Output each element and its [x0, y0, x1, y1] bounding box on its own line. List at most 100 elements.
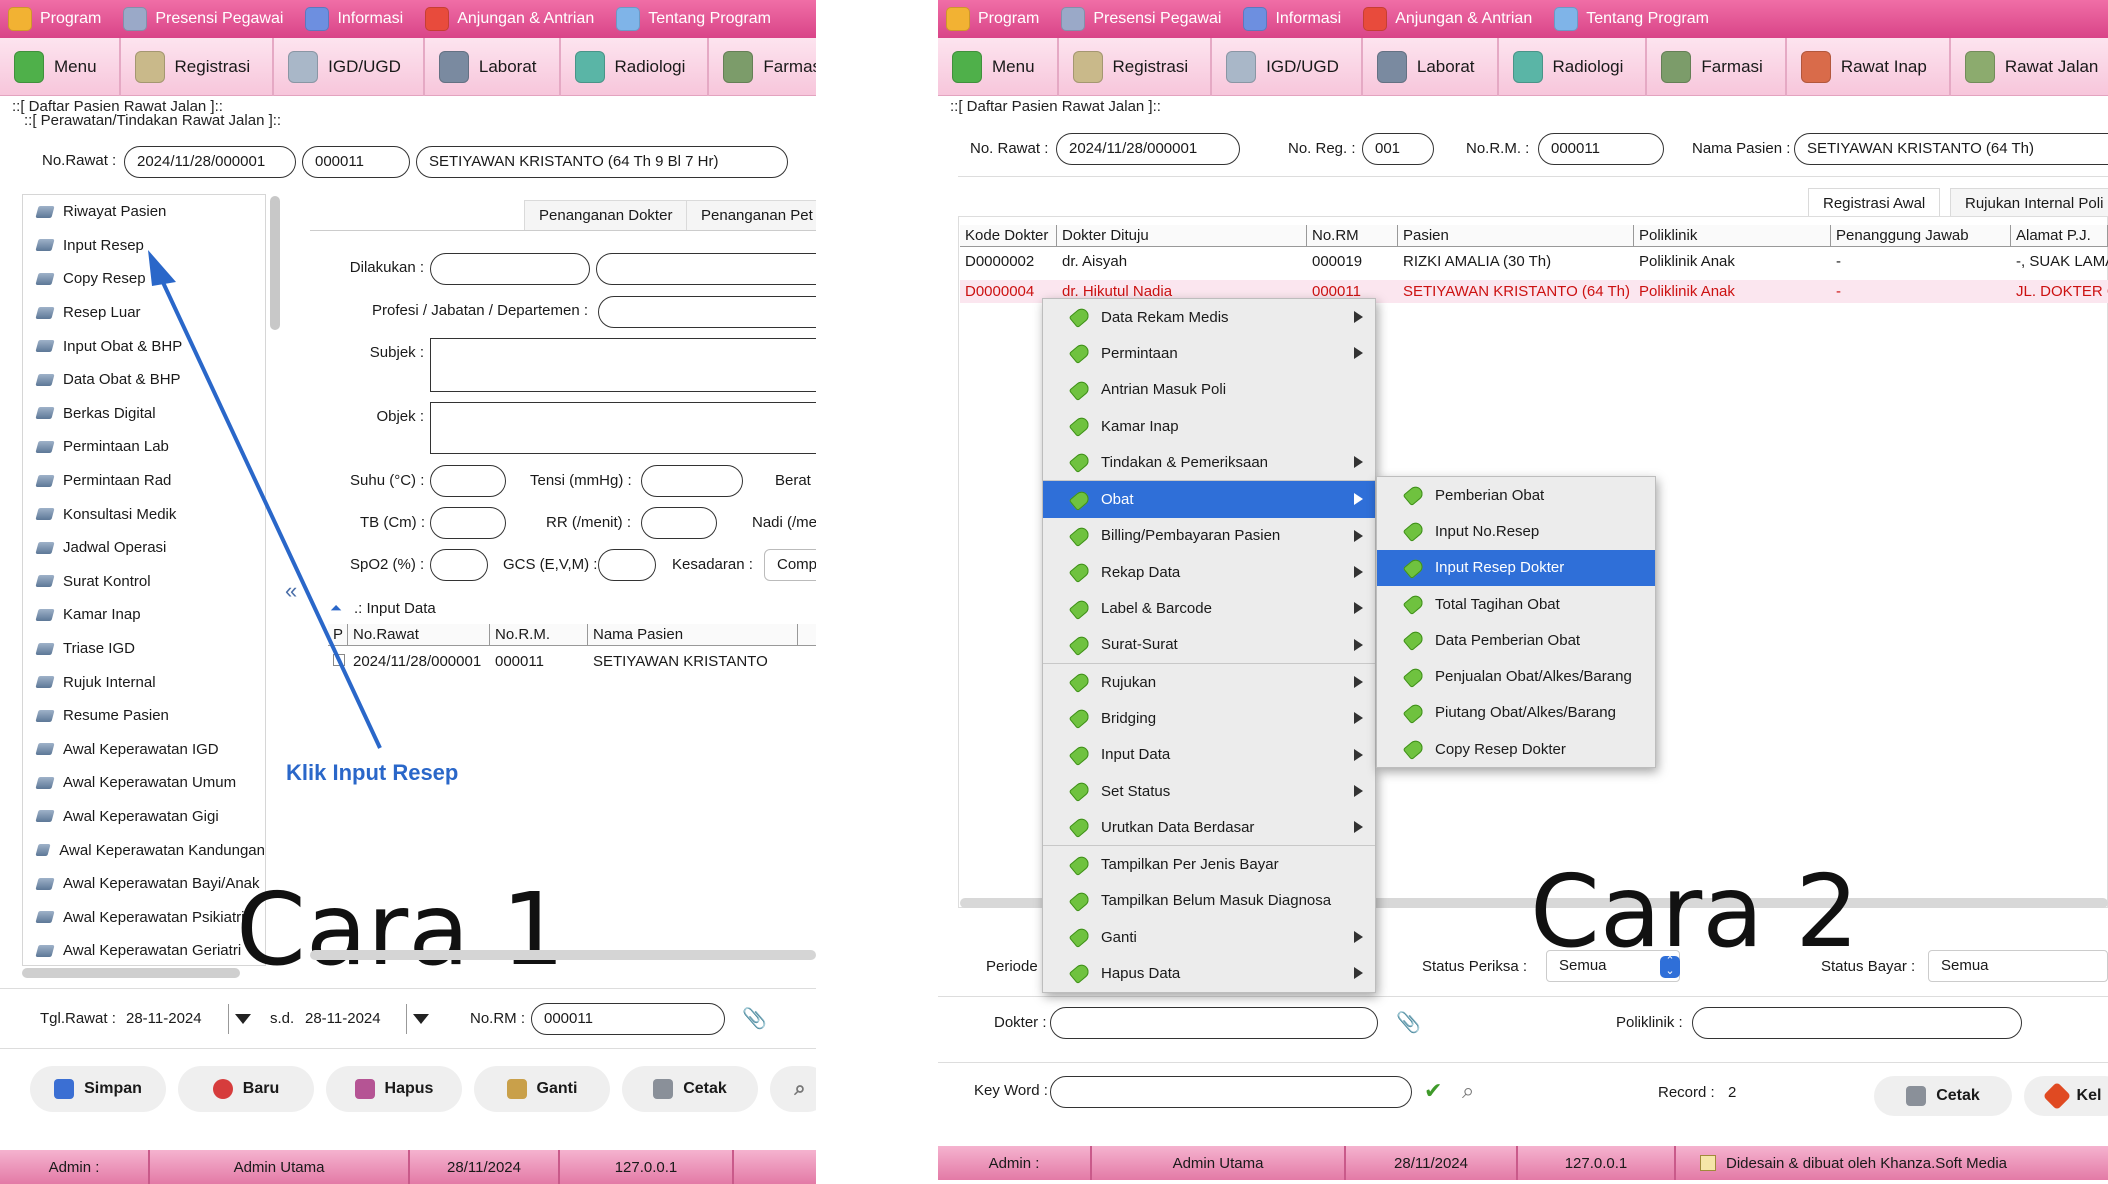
- context-menu-item-label: Data Rekam Medis: [1101, 308, 1229, 326]
- toolbar-button[interactable]: Laborat: [1376, 37, 1499, 96]
- col-alamat-pj[interactable]: Alamat P.J.: [2011, 225, 2108, 246]
- col-kode-dokter[interactable]: Kode Dokter: [960, 225, 1057, 246]
- context-menu-item[interactable]: Tampilkan Per Jenis Bayar: [1043, 846, 1375, 882]
- submenu-arrow-icon: [1354, 784, 1363, 797]
- submenu-item[interactable]: Input Resep Dokter: [1377, 549, 1655, 586]
- context-menu-item[interactable]: Permintaan: [1043, 335, 1375, 371]
- paperclip-icon[interactable]: 📎: [742, 1006, 767, 1031]
- keluar-button[interactable]: Kel: [2024, 1076, 2108, 1116]
- context-menu-item-label: Input Data: [1101, 746, 1171, 764]
- button-divider: [0, 1048, 816, 1049]
- menubar-item[interactable]: Informasi: [1243, 7, 1341, 31]
- cetak-button[interactable]: Cetak: [1874, 1076, 2012, 1116]
- context-menu-item[interactable]: Set Status: [1043, 773, 1375, 809]
- toolbar-button[interactable]: Rawat Inap: [1800, 37, 1951, 96]
- toolbar-button[interactable]: Menu: [952, 37, 1059, 96]
- context-menu-item-label: Antrian Masuk Poli: [1101, 381, 1227, 399]
- context-menu-item[interactable]: Hapus Data: [1043, 955, 1375, 991]
- norawat-label: No. Rawat :: [970, 140, 1049, 157]
- col-poliklinik[interactable]: Poliklinik: [1634, 225, 1831, 246]
- baru-label: Baru: [242, 1080, 280, 1097]
- context-menu-item[interactable]: Antrian Masuk Poli: [1043, 372, 1375, 408]
- toolbar-button[interactable]: Radiologi: [1512, 37, 1648, 96]
- tag-icon: [1402, 483, 1426, 507]
- annotation-text: Klik Input Resep: [286, 760, 459, 785]
- noreg-field[interactable]: 001: [1362, 133, 1434, 165]
- cetak-button[interactable]: Cetak: [622, 1066, 758, 1112]
- tag-icon: [1068, 414, 1092, 438]
- hapus-button[interactable]: Hapus: [326, 1066, 462, 1112]
- context-menu: Data Rekam Medis Permintaan Antrian Masuk …: [1042, 298, 1376, 993]
- tgl-to-value[interactable]: 28-11-2024: [305, 1010, 381, 1027]
- tgl-from-dropdown-icon[interactable]: [228, 1004, 256, 1034]
- search-button[interactable]: ⌕: [770, 1066, 816, 1112]
- col-dokter-dituju[interactable]: Dokter Dituju: [1057, 225, 1307, 246]
- context-menu-item[interactable]: Obat: [1043, 481, 1375, 518]
- norm-field[interactable]: 000011: [1538, 133, 1664, 165]
- status-ip: 127.0.0.1: [560, 1150, 734, 1184]
- tgl-to-dropdown-icon[interactable]: [406, 1004, 434, 1034]
- table-row[interactable]: D0000002 dr. Aisyah 000019 RIZKI AMALIA (30…: [960, 250, 2108, 273]
- simpan-button[interactable]: Simpan: [30, 1066, 166, 1112]
- search-icon[interactable]: ⌕: [1462, 1078, 1474, 1104]
- submenu-item[interactable]: Pemberian Obat: [1377, 477, 1655, 513]
- submenu-item[interactable]: Total Tagihan Obat: [1377, 586, 1655, 622]
- context-menu-item[interactable]: Tampilkan Belum Masuk Diagnosa: [1043, 883, 1375, 919]
- context-menu-item[interactable]: Ganti: [1043, 919, 1375, 955]
- menubar-item[interactable]: Presensi Pegawai: [1061, 7, 1221, 31]
- tgl-from-value[interactable]: 28-11-2024: [126, 1010, 202, 1027]
- tab-rujukan-internal-poli[interactable]: Rujukan Internal Poli: [1950, 188, 2108, 218]
- context-menu-item[interactable]: Billing/Pembayaran Pasien: [1043, 518, 1375, 554]
- submenu-item[interactable]: Input No.Resep: [1377, 513, 1655, 549]
- radiology-icon: [1512, 50, 1543, 83]
- context-menu-item[interactable]: Urutkan Data Berdasar: [1043, 809, 1375, 845]
- toolbar-button[interactable]: Rawat Jalan: [1964, 38, 2108, 96]
- toolbar-button[interactable]: Registrasi: [1072, 37, 1213, 96]
- context-menu-item[interactable]: Rujukan: [1043, 664, 1375, 700]
- context-menu-item-label: Rujukan: [1101, 673, 1157, 691]
- toolbar-button[interactable]: IGD/UGD: [1226, 37, 1363, 96]
- context-menu-item[interactable]: Data Rekam Medis: [1043, 299, 1375, 335]
- menubar-item[interactable]: Anjungan & Antrian: [1363, 7, 1532, 31]
- baru-button[interactable]: Baru: [178, 1066, 314, 1112]
- status-credit: Didesain & dibuat oleh Khanza.Soft Media: [1676, 1146, 2108, 1180]
- context-menu-item[interactable]: Rekap Data: [1043, 554, 1375, 590]
- toolbar-button[interactable]: Farmasi: [1661, 37, 1787, 96]
- norawat-field[interactable]: 2024/11/28/000001: [1056, 133, 1240, 165]
- table-cell: Poliklinik Anak: [1639, 253, 1735, 270]
- submenu-item[interactable]: Piutang Obat/Alkes/Barang: [1377, 695, 1655, 731]
- context-menu-item[interactable]: Input Data: [1043, 737, 1375, 773]
- paperclip-icon[interactable]: 📎: [1396, 1010, 1421, 1035]
- col-penanggung-jawab[interactable]: Penanggung Jawab: [1831, 225, 2011, 246]
- col-norm[interactable]: No.RM: [1307, 225, 1398, 246]
- context-menu-item[interactable]: Kamar Inap: [1043, 408, 1375, 444]
- status-bayar-select[interactable]: Semua: [1928, 950, 2108, 982]
- record-label: Record :: [1658, 1084, 1715, 1101]
- submenu-item[interactable]: Data Pemberian Obat: [1377, 622, 1655, 658]
- status-user-name: Admin Utama: [150, 1150, 410, 1184]
- context-menu-item[interactable]: Label & Barcode: [1043, 590, 1375, 626]
- norm-filter-field[interactable]: 000011: [531, 1003, 725, 1035]
- dokter-field[interactable]: [1050, 1007, 1378, 1039]
- document-icon: [1554, 7, 1579, 31]
- nama-pasien-field[interactable]: SETIYAWAN KRISTANTO (64 Th): [1794, 133, 2108, 165]
- context-menu-item[interactable]: Tindakan & Pemeriksaan: [1043, 444, 1375, 480]
- exit-icon: [2042, 1081, 2071, 1111]
- cetak-label: Cetak: [1936, 1087, 1980, 1104]
- col-pasien[interactable]: Pasien: [1398, 225, 1634, 246]
- menubar-item[interactable]: Tentang Program: [1554, 7, 1709, 31]
- tag-icon: [1068, 561, 1092, 584]
- poliklinik-field[interactable]: [1692, 1007, 2022, 1039]
- menubar-item[interactable]: Program: [946, 7, 1039, 31]
- search-icon: ⌕: [794, 1077, 806, 1100]
- form-hscrollbar[interactable]: [310, 950, 816, 960]
- submenu-item[interactable]: Penjualan Obat/Alkes/Barang: [1377, 658, 1655, 694]
- context-menu-item[interactable]: Surat-Surat: [1043, 627, 1375, 663]
- ganti-button[interactable]: Ganti: [474, 1066, 610, 1112]
- tab-registrasi-awal[interactable]: Registrasi Awal: [1808, 188, 1941, 218]
- submenu-item[interactable]: Copy Resep Dokter: [1377, 731, 1655, 767]
- dokter-label: Dokter :: [994, 1014, 1047, 1031]
- context-menu-item[interactable]: Bridging: [1043, 700, 1375, 736]
- checkmark-icon[interactable]: ✔: [1424, 1078, 1442, 1104]
- keyword-field[interactable]: [1050, 1076, 1412, 1108]
